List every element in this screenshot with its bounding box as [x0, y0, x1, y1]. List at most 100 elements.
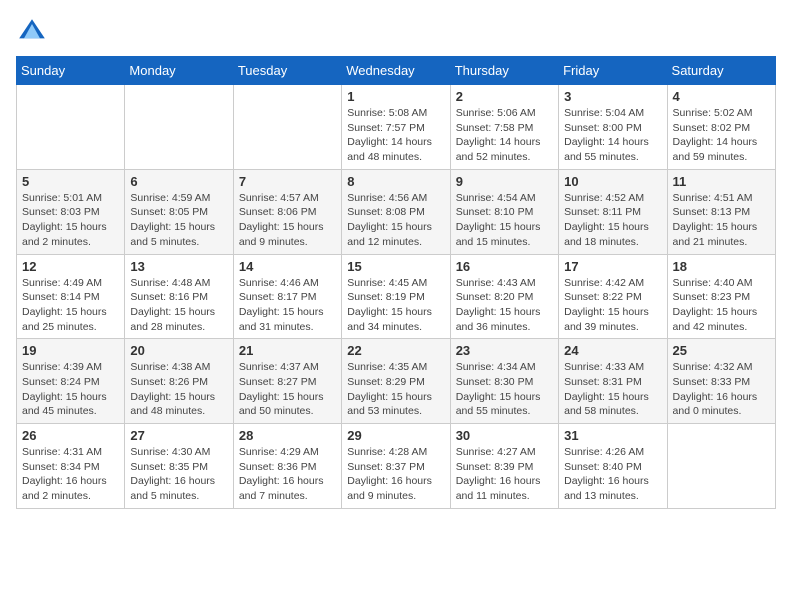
- calendar-body: 1 Sunrise: 5:08 AM Sunset: 7:57 PM Daylig…: [17, 85, 776, 509]
- day-info: Sunrise: 4:40 AM Sunset: 8:23 PM Dayligh…: [673, 276, 770, 335]
- calendar-cell: 12 Sunrise: 4:49 AM Sunset: 8:14 PM Dayli…: [17, 254, 125, 339]
- weekday-header-friday: Friday: [559, 57, 667, 85]
- day-number: 30: [456, 428, 553, 443]
- day-number: 20: [130, 343, 227, 358]
- day-info: Sunrise: 4:28 AM Sunset: 8:37 PM Dayligh…: [347, 445, 444, 504]
- weekday-header-thursday: Thursday: [450, 57, 558, 85]
- day-number: 15: [347, 259, 444, 274]
- calendar-cell: 30 Sunrise: 4:27 AM Sunset: 8:39 PM Dayli…: [450, 424, 558, 509]
- day-info: Sunrise: 5:02 AM Sunset: 8:02 PM Dayligh…: [673, 106, 770, 165]
- day-info: Sunrise: 4:39 AM Sunset: 8:24 PM Dayligh…: [22, 360, 119, 419]
- day-info: Sunrise: 4:27 AM Sunset: 8:39 PM Dayligh…: [456, 445, 553, 504]
- calendar-cell: 27 Sunrise: 4:30 AM Sunset: 8:35 PM Dayli…: [125, 424, 233, 509]
- calendar-cell: 23Sunrise: 4:34 AM Sunset: 8:30 PM Dayli…: [450, 339, 558, 424]
- day-number: 2: [456, 89, 553, 104]
- day-number: 17: [564, 259, 661, 274]
- calendar-cell: 14 Sunrise: 4:46 AM Sunset: 8:17 PM Dayli…: [233, 254, 341, 339]
- calendar-week-4: 19 Sunrise: 4:39 AM Sunset: 8:24 PM Dayli…: [17, 339, 776, 424]
- calendar-cell: 18 Sunrise: 4:40 AM Sunset: 8:23 PM Dayli…: [667, 254, 775, 339]
- day-info: Sunrise: 4:59 AM Sunset: 8:05 PM Dayligh…: [130, 191, 227, 250]
- day-number: 26: [22, 428, 119, 443]
- day-number: 24: [564, 343, 661, 358]
- calendar-week-5: 26 Sunrise: 4:31 AM Sunset: 8:34 PM Dayli…: [17, 424, 776, 509]
- day-number: 10: [564, 174, 661, 189]
- day-info: Sunrise: 4:42 AM Sunset: 8:22 PM Dayligh…: [564, 276, 661, 335]
- day-info: Sunrise: 4:31 AM Sunset: 8:34 PM Dayligh…: [22, 445, 119, 504]
- calendar-week-1: 1 Sunrise: 5:08 AM Sunset: 7:57 PM Daylig…: [17, 85, 776, 170]
- logo: [16, 16, 52, 48]
- day-number: 22: [347, 343, 444, 358]
- day-info: Sunrise: 4:56 AM Sunset: 8:08 PM Dayligh…: [347, 191, 444, 250]
- day-info: Sunrise: 5:01 AM Sunset: 8:03 PM Dayligh…: [22, 191, 119, 250]
- calendar-cell: 1 Sunrise: 5:08 AM Sunset: 7:57 PM Daylig…: [342, 85, 450, 170]
- day-info: Sunrise: 4:37 AM Sunset: 8:27 PM Dayligh…: [239, 360, 336, 419]
- calendar-cell: 4 Sunrise: 5:02 AM Sunset: 8:02 PM Daylig…: [667, 85, 775, 170]
- day-info: Sunrise: 4:26 AM Sunset: 8:40 PM Dayligh…: [564, 445, 661, 504]
- day-number: 3: [564, 89, 661, 104]
- calendar-cell: 6 Sunrise: 4:59 AM Sunset: 8:05 PM Daylig…: [125, 169, 233, 254]
- weekday-header-saturday: Saturday: [667, 57, 775, 85]
- day-info: Sunrise: 4:33 AM Sunset: 8:31 PM Dayligh…: [564, 360, 661, 419]
- day-number: 16: [456, 259, 553, 274]
- day-number: 29: [347, 428, 444, 443]
- day-number: 1: [347, 89, 444, 104]
- day-info: Sunrise: 4:46 AM Sunset: 8:17 PM Dayligh…: [239, 276, 336, 335]
- calendar-cell: 25 Sunrise: 4:32 AM Sunset: 8:33 PM Dayli…: [667, 339, 775, 424]
- calendar-cell: 20Sunrise: 4:38 AM Sunset: 8:26 PM Dayli…: [125, 339, 233, 424]
- calendar-cell: 7Sunrise: 4:57 AM Sunset: 8:06 PM Daylig…: [233, 169, 341, 254]
- day-number: 19: [22, 343, 119, 358]
- day-number: 27: [130, 428, 227, 443]
- logo-icon: [16, 16, 48, 48]
- calendar-cell: 19 Sunrise: 4:39 AM Sunset: 8:24 PM Dayli…: [17, 339, 125, 424]
- day-info: Sunrise: 4:34 AM Sunset: 8:30 PM Dayligh…: [456, 360, 553, 419]
- day-info: Sunrise: 4:32 AM Sunset: 8:33 PM Dayligh…: [673, 360, 770, 419]
- day-number: 28: [239, 428, 336, 443]
- calendar-cell: 5 Sunrise: 5:01 AM Sunset: 8:03 PM Daylig…: [17, 169, 125, 254]
- calendar-cell: 17 Sunrise: 4:42 AM Sunset: 8:22 PM Dayli…: [559, 254, 667, 339]
- calendar-cell: 29 Sunrise: 4:28 AM Sunset: 8:37 PM Dayli…: [342, 424, 450, 509]
- calendar-cell: [125, 85, 233, 170]
- calendar-cell: 21 Sunrise: 4:37 AM Sunset: 8:27 PM Dayli…: [233, 339, 341, 424]
- day-number: 9: [456, 174, 553, 189]
- calendar-cell: 16 Sunrise: 4:43 AM Sunset: 8:20 PM Dayli…: [450, 254, 558, 339]
- day-info: Sunrise: 5:04 AM Sunset: 8:00 PM Dayligh…: [564, 106, 661, 165]
- day-info: Sunrise: 4:52 AM Sunset: 8:11 PM Dayligh…: [564, 191, 661, 250]
- calendar-cell: 15 Sunrise: 4:45 AM Sunset: 8:19 PM Dayli…: [342, 254, 450, 339]
- calendar-cell: 24 Sunrise: 4:33 AM Sunset: 8:31 PM Dayli…: [559, 339, 667, 424]
- day-info: Sunrise: 4:49 AM Sunset: 8:14 PM Dayligh…: [22, 276, 119, 335]
- calendar-cell: 13Sunrise: 4:48 AM Sunset: 8:16 PM Dayli…: [125, 254, 233, 339]
- day-info: Sunrise: 4:45 AM Sunset: 8:19 PM Dayligh…: [347, 276, 444, 335]
- calendar-header: SundayMondayTuesdayWednesdayThursdayFrid…: [17, 57, 776, 85]
- calendar-cell: [17, 85, 125, 170]
- day-info: Sunrise: 4:51 AM Sunset: 8:13 PM Dayligh…: [673, 191, 770, 250]
- day-info: Sunrise: 5:08 AM Sunset: 7:57 PM Dayligh…: [347, 106, 444, 165]
- calendar-cell: 22Sunrise: 4:35 AM Sunset: 8:29 PM Dayli…: [342, 339, 450, 424]
- day-number: 8: [347, 174, 444, 189]
- day-number: 31: [564, 428, 661, 443]
- day-info: Sunrise: 4:48 AM Sunset: 8:16 PM Dayligh…: [130, 276, 227, 335]
- calendar-cell: 9Sunrise: 4:54 AM Sunset: 8:10 PM Daylig…: [450, 169, 558, 254]
- day-info: Sunrise: 4:43 AM Sunset: 8:20 PM Dayligh…: [456, 276, 553, 335]
- day-number: 18: [673, 259, 770, 274]
- weekday-header-monday: Monday: [125, 57, 233, 85]
- day-info: Sunrise: 4:30 AM Sunset: 8:35 PM Dayligh…: [130, 445, 227, 504]
- calendar-cell: [667, 424, 775, 509]
- day-number: 4: [673, 89, 770, 104]
- day-number: 21: [239, 343, 336, 358]
- calendar-cell: 8 Sunrise: 4:56 AM Sunset: 8:08 PM Daylig…: [342, 169, 450, 254]
- day-number: 12: [22, 259, 119, 274]
- calendar-week-3: 12 Sunrise: 4:49 AM Sunset: 8:14 PM Dayli…: [17, 254, 776, 339]
- calendar-week-2: 5 Sunrise: 5:01 AM Sunset: 8:03 PM Daylig…: [17, 169, 776, 254]
- day-number: 5: [22, 174, 119, 189]
- calendar-table: SundayMondayTuesdayWednesdayThursdayFrid…: [16, 56, 776, 509]
- calendar-cell: 26 Sunrise: 4:31 AM Sunset: 8:34 PM Dayli…: [17, 424, 125, 509]
- day-number: 6: [130, 174, 227, 189]
- day-info: Sunrise: 4:57 AM Sunset: 8:06 PM Dayligh…: [239, 191, 336, 250]
- calendar-cell: 3 Sunrise: 5:04 AM Sunset: 8:00 PM Daylig…: [559, 85, 667, 170]
- day-info: Sunrise: 4:29 AM Sunset: 8:36 PM Dayligh…: [239, 445, 336, 504]
- day-number: 25: [673, 343, 770, 358]
- calendar-cell: 31 Sunrise: 4:26 AM Sunset: 8:40 PM Dayli…: [559, 424, 667, 509]
- weekday-header-tuesday: Tuesday: [233, 57, 341, 85]
- page-header: [16, 16, 776, 48]
- day-number: 14: [239, 259, 336, 274]
